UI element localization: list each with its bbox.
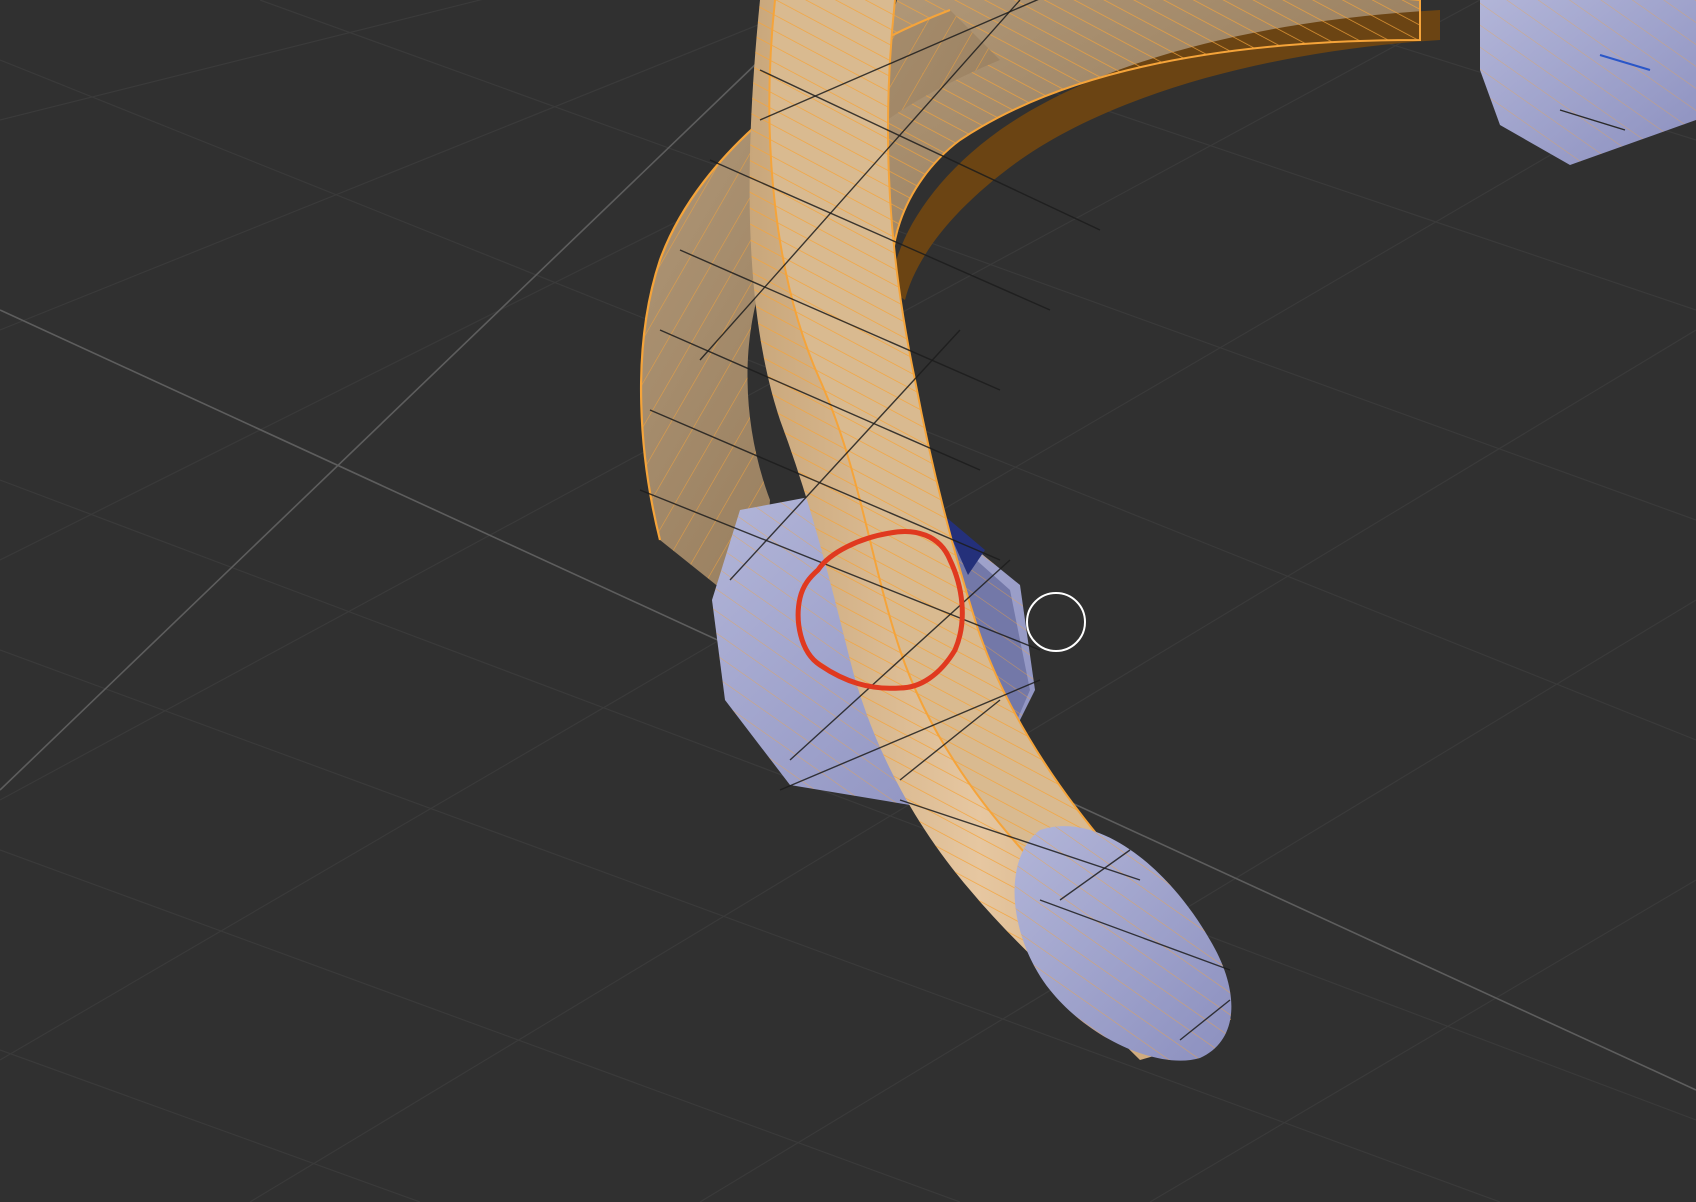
3d-viewport[interactable] xyxy=(0,0,1696,1202)
cursor-circle xyxy=(1026,592,1086,652)
purple-fragment-top-right[interactable] xyxy=(1480,0,1696,165)
